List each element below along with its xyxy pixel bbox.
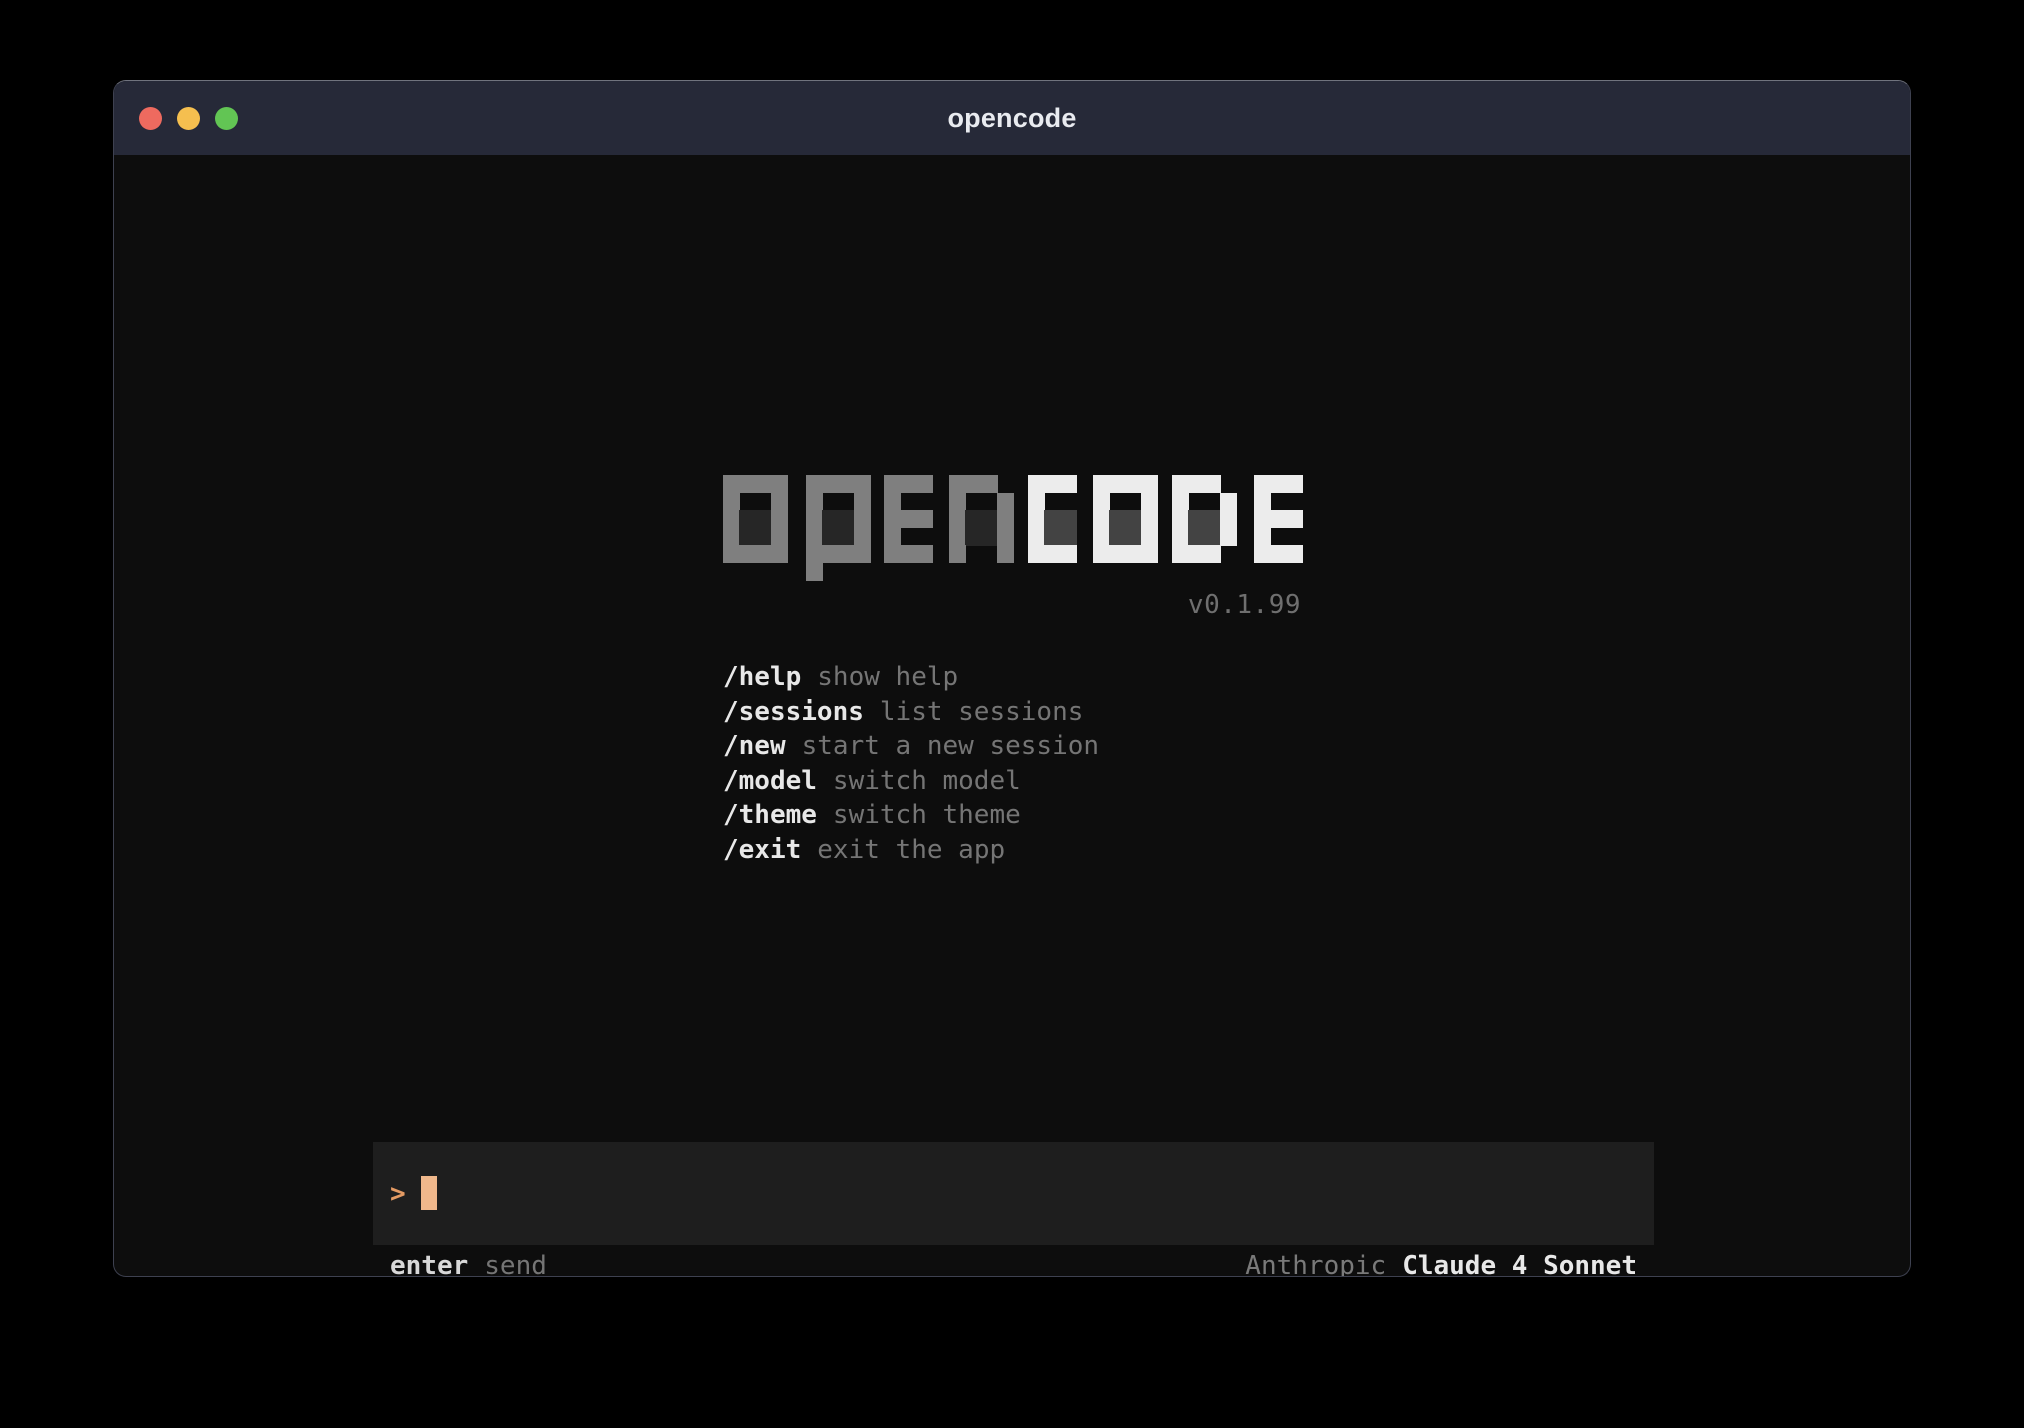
window-title: opencode [947, 103, 1076, 134]
provider-label: Anthropic [1245, 1249, 1386, 1277]
model-label: Claude 4 Sonnet [1402, 1249, 1637, 1277]
command-item: /theme switch theme [723, 798, 1099, 833]
command-name: /sessions [723, 695, 864, 730]
model-indicator: Anthropic Claude 4 Sonnet [1245, 1249, 1637, 1277]
enter-key-label: enter [390, 1249, 468, 1277]
command-item: /sessions list sessions [723, 695, 1099, 730]
text-cursor [421, 1176, 437, 1210]
command-name: /model [723, 764, 817, 799]
message-input[interactable]: > [373, 1142, 1654, 1245]
command-description: switch model [833, 764, 1021, 799]
send-action-label: send [484, 1249, 547, 1277]
command-description: show help [817, 660, 958, 695]
traffic-lights [139, 81, 238, 155]
command-name: /exit [723, 833, 801, 868]
close-button[interactable] [139, 107, 162, 130]
app-window: opencode v0.1.99 /help show help/sessions… [113, 80, 1911, 1277]
command-name: /new [723, 729, 786, 764]
zoom-button[interactable] [215, 107, 238, 130]
command-item: /new start a new session [723, 729, 1099, 764]
command-description: exit the app [817, 833, 1005, 868]
prompt-symbol: > [390, 1142, 406, 1245]
window-titlebar[interactable]: opencode [114, 81, 1910, 155]
opencode-logo [723, 475, 1303, 581]
command-item: /exit exit the app [723, 833, 1099, 868]
command-name: /help [723, 660, 801, 695]
command-name: /theme [723, 798, 817, 833]
status-bar: enter send Anthropic Claude 4 Sonnet [390, 1249, 1637, 1277]
command-description: start a new session [802, 729, 1099, 764]
command-item: /help show help [723, 660, 1099, 695]
command-item: /model switch model [723, 764, 1099, 799]
minimize-button[interactable] [177, 107, 200, 130]
version-label: v0.1.99 [1188, 590, 1301, 620]
keybind-hint: enter send [390, 1249, 547, 1277]
terminal-content: v0.1.99 /help show help/sessions list sess… [114, 155, 1910, 1277]
command-description: list sessions [880, 695, 1084, 730]
command-description: switch theme [833, 798, 1021, 833]
command-list: /help show help/sessions list sessions/new… [723, 660, 1099, 867]
